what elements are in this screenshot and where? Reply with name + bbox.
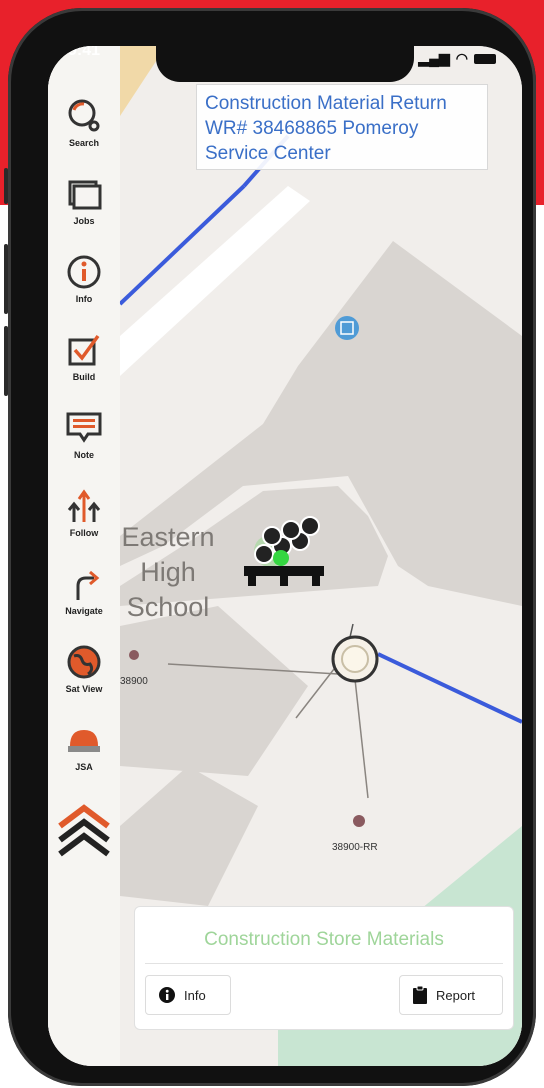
tool-label: Navigate (65, 606, 103, 616)
tool-sat-view[interactable]: Sat View (48, 642, 120, 720)
clipboard-icon (413, 985, 427, 1004)
pole-label-38900: 38900 (120, 676, 148, 687)
job-title-card[interactable]: Construction Material Return WR# 3846886… (196, 84, 488, 170)
globe-icon (67, 645, 101, 679)
info-circle-icon (159, 987, 175, 1003)
info-button[interactable]: Info (145, 975, 231, 1015)
tool-jobs[interactable]: Jobs (48, 174, 120, 252)
panel-title: Construction Store Materials (204, 929, 444, 950)
tool-label: Note (74, 450, 94, 460)
tool-build[interactable]: Build (48, 330, 120, 408)
left-toolbar: Search Jobs Info Build Note Follow Navig… (48, 46, 120, 1066)
report-button[interactable]: Report (399, 975, 503, 1015)
battery-icon (474, 53, 496, 64)
signal-icon: ▂▄▆ (418, 50, 450, 66)
tool-label: Info (75, 294, 93, 304)
school-label: Eastern High School (121, 522, 215, 622)
volume-down-button (4, 326, 8, 396)
tool-label: Search (68, 138, 100, 148)
follow-icon (67, 489, 101, 522)
tool-label: Jobs (73, 216, 95, 226)
job-title: Construction Material Return WR# 3846886… (205, 93, 447, 164)
volume-up-button (4, 244, 8, 314)
tool-info[interactable]: Info (48, 252, 120, 330)
tool-follow[interactable]: Follow (48, 486, 120, 564)
app-screen: Eastern High School 38900 38900-RR Const… (48, 46, 522, 1066)
tool-jsa[interactable]: JSA (48, 720, 120, 802)
search-icon (68, 99, 100, 132)
pole-label-38900-rr: 38900-RR (332, 842, 378, 853)
hardhat-icon (68, 730, 100, 752)
phone-frame: Eastern High School 38900 38900-RR Const… (4, 8, 536, 1086)
panel-divider (145, 963, 503, 964)
tool-label: Sat View (65, 684, 103, 694)
info-icon (67, 255, 101, 289)
wifi-icon: ◠ (455, 50, 468, 66)
tool-note[interactable]: Note (48, 408, 120, 486)
jobs-icon (68, 180, 102, 210)
navigate-icon (76, 570, 100, 600)
status-icons: ▂▄▆ ◠ (418, 50, 496, 67)
tool-label: Follow (69, 528, 99, 538)
material-panel: Construction Store Materials Info Report (134, 906, 514, 1030)
toolbar-collapse-button[interactable] (48, 802, 120, 880)
build-icon (68, 334, 100, 366)
chevrons-up-icon (58, 804, 110, 857)
tool-navigate[interactable]: Navigate (48, 564, 120, 642)
phone-notch (156, 46, 414, 82)
tool-label: Build (72, 372, 96, 382)
tool-label: JSA (75, 762, 93, 772)
report-button-label: Report (436, 987, 476, 1003)
note-icon (66, 412, 102, 443)
info-button-label: Info (184, 987, 206, 1003)
status-time: 9:41 (68, 46, 101, 59)
tool-search[interactable]: Search (48, 96, 120, 174)
mute-switch (4, 168, 8, 204)
